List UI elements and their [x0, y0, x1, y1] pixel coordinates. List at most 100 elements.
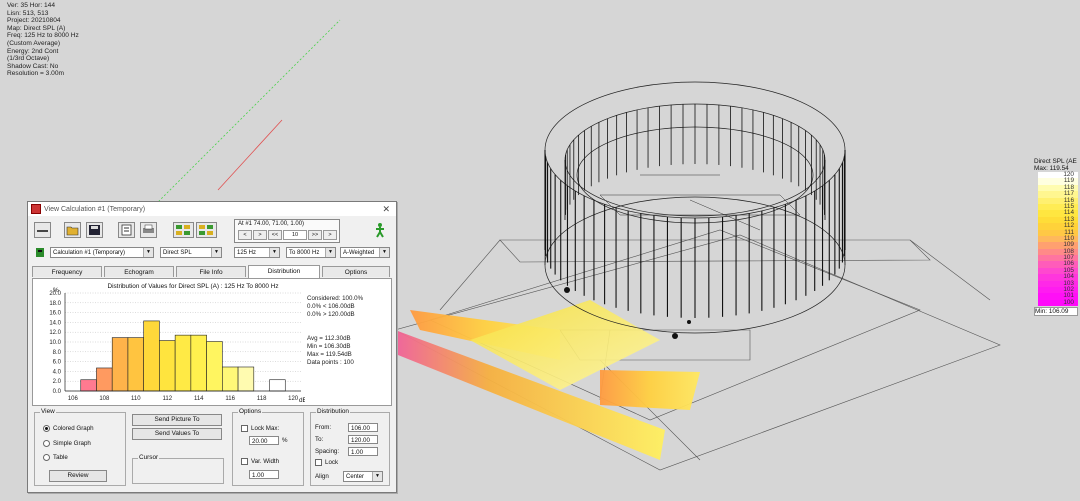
calculation-select[interactable]: Calculation #1 (Temporary) ▼ — [50, 247, 154, 258]
align-label: Align — [315, 473, 329, 480]
legend-min: Min: 106.09 — [1034, 307, 1078, 317]
info-line: Energy: 2nd Cont — [7, 47, 59, 55]
radio-label: Table — [53, 454, 68, 462]
checkbox-box — [241, 458, 248, 465]
from-label: From: — [315, 424, 332, 431]
y-tick-label: 6.0 — [53, 360, 62, 366]
radio-label: Colored Graph — [53, 425, 94, 433]
step-count-field[interactable]: 10 — [283, 230, 307, 240]
options-group-title: Options — [238, 408, 263, 415]
var-width-checkbox[interactable]: Var. Width — [241, 458, 279, 465]
stat-max: Max = 119.54dB — [307, 351, 352, 358]
nav-prev-button[interactable]: < — [238, 230, 252, 240]
nav-last-button[interactable]: > — [323, 230, 337, 240]
var-width-field[interactable]: 1.00 — [249, 470, 279, 479]
send-values-button[interactable]: Send Values To — [132, 428, 222, 440]
open-folder-icon[interactable] — [64, 222, 81, 238]
chevron-down-icon: ▼ — [372, 472, 382, 481]
dialog-titlebar[interactable]: View Calculation #1 (Temporary) ✕ — [28, 202, 396, 216]
lock-max-checkbox[interactable]: Lock Max: — [241, 425, 279, 432]
minus-icon[interactable] — [34, 222, 51, 238]
send-picture-button[interactable]: Send Picture To — [132, 414, 222, 426]
distribution-group: Distribution From: 106.00 To: 120.00 Spa… — [310, 408, 390, 486]
document-icon[interactable] — [118, 222, 135, 238]
x-tick-label: 110 — [131, 396, 141, 402]
histogram-bar — [127, 337, 144, 392]
distribution-group-title: Distribution — [316, 408, 350, 415]
chevron-down-icon: ▼ — [211, 248, 221, 257]
lock-checkbox[interactable]: Lock — [315, 459, 338, 466]
tab-echogram[interactable]: Echogram — [104, 266, 174, 277]
stat-considered: Considered: 100.0% — [307, 295, 364, 302]
y-tick-label: 20.0 — [49, 291, 61, 297]
from-field[interactable]: 106.00 — [348, 423, 378, 432]
histogram-bar — [159, 340, 176, 392]
x-tick-label: 118 — [257, 396, 267, 402]
x-tick-label: 120 — [288, 396, 299, 402]
to-label: To: — [315, 436, 324, 443]
stat-below: 0.0% < 106.00dB — [307, 303, 355, 310]
freq-to-select[interactable]: To 8000 Hz ▼ — [286, 247, 336, 258]
x-tick-label: 108 — [99, 396, 110, 402]
radio-dot — [43, 454, 50, 461]
to-field[interactable]: 120.00 — [348, 435, 378, 444]
chevron-down-icon: ▼ — [379, 248, 389, 257]
cursor-group-title: Cursor — [138, 454, 160, 461]
print-icon[interactable] — [140, 222, 157, 238]
radio-dot — [43, 425, 50, 432]
nav-back-many-button[interactable]: << — [268, 230, 282, 240]
calculation-info-overlay: Ver: 35 Hor: 144 Lisn: 513, 513 Project: 2… — [7, 2, 79, 78]
cursor-group: Cursor — [132, 454, 224, 484]
radio-colored-graph[interactable]: Colored Graph — [43, 425, 94, 432]
distribution-stats: Considered: 100.0% 0.0% < 106.00dB 0.0% … — [307, 295, 363, 367]
review-button[interactable]: Review — [49, 470, 107, 482]
weighting-select[interactable]: A-Weighted ▼ — [340, 247, 390, 258]
y-tick-label: 4.0 — [53, 369, 62, 375]
view-group: View Colored Graph Simple Graph Table Re… — [34, 408, 126, 486]
save-icon[interactable] — [86, 222, 103, 238]
stat-above: 0.0% > 120.00dB — [307, 311, 355, 318]
options-group: Options Lock Max: 20.00 % Var. Width 1.0… — [232, 408, 304, 486]
x-axis-label: dB — [299, 397, 305, 404]
x-tick-label: 112 — [162, 396, 172, 402]
histogram-bar — [269, 379, 286, 392]
y-tick-label: 2.0 — [53, 379, 62, 385]
chevron-down-icon: ▼ — [325, 248, 335, 257]
spl-color-legend: Direct SPL (AE Max: 119.54 120 119 118 117 1… — [1034, 158, 1080, 317]
info-line: (Custom Average) — [7, 39, 61, 47]
green-man-icon[interactable] — [373, 222, 390, 238]
tab-frequency[interactable]: Frequency — [32, 266, 102, 277]
map-type-value: Direct SPL — [163, 250, 192, 256]
spacing-field[interactable]: 1.00 — [348, 447, 378, 456]
x-tick-label: 116 — [225, 396, 235, 402]
align-select[interactable]: Center ▼ — [343, 471, 383, 482]
checkbox-label: Var. Width — [251, 458, 280, 466]
grid-view-icon[interactable] — [173, 222, 194, 238]
histogram-bar — [206, 341, 223, 392]
view-calculation-dialog: View Calculation #1 (Temporary) ✕ At #1 … — [27, 201, 397, 493]
radio-simple-graph[interactable]: Simple Graph — [43, 440, 91, 447]
compare-view-icon[interactable] — [196, 222, 217, 238]
tab-distribution[interactable]: Distribution — [248, 265, 320, 278]
stat-data-points: Data points : 100 — [307, 359, 354, 366]
weighting-value: A-Weighted — [343, 250, 375, 256]
position-readout: At #1 74.00, 71.00, 1.00) < > << 10 >> > — [234, 219, 340, 243]
nav-next-button[interactable]: > — [253, 230, 267, 240]
chart-title: Distribution of Values for Direct SPL (A… — [107, 283, 278, 290]
freq-from-select[interactable]: 125 Hz ▼ — [234, 247, 280, 258]
spacing-label: Spacing: — [315, 448, 340, 455]
histogram-bar — [237, 366, 255, 392]
dialog-toolbar: At #1 74.00, 71.00, 1.00) < > << 10 >> > — [28, 217, 396, 243]
info-line: (1/3rd Octave) — [7, 55, 50, 63]
tab-file-info[interactable]: File Info — [176, 266, 246, 277]
selector-row: Calculation #1 (Temporary) ▼ Direct SPL ▼ … — [28, 247, 396, 261]
close-icon[interactable]: ✕ — [382, 204, 390, 215]
tab-bar: Frequency Echogram File Info Distributio… — [32, 265, 394, 278]
map-type-select[interactable]: Direct SPL ▼ — [160, 247, 222, 258]
radio-table[interactable]: Table — [43, 454, 68, 461]
tab-options[interactable]: Options — [322, 266, 390, 277]
app-icon — [31, 204, 41, 214]
lock-max-field[interactable]: 20.00 — [249, 436, 279, 445]
nav-forward-many-button[interactable]: >> — [308, 230, 322, 240]
checkbox-box — [315, 459, 322, 466]
